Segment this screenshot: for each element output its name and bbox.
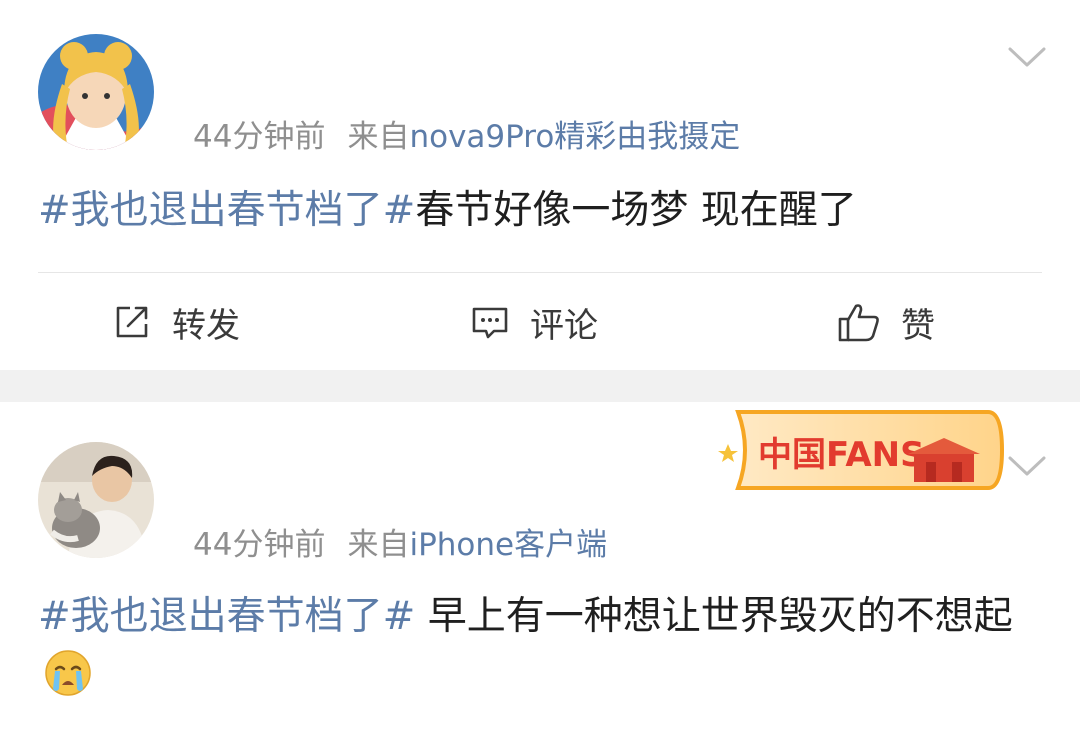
post-text: #我也退出春节档了#春节好像一场梦 现在醒了 bbox=[38, 180, 1050, 242]
repost-button[interactable]: 转发 bbox=[112, 300, 240, 346]
avatar[interactable] bbox=[38, 34, 154, 150]
hashtag-link[interactable]: #我也退出春节档了# bbox=[38, 594, 415, 639]
comment-button[interactable]: 评论 bbox=[470, 300, 598, 346]
post-text: #我也退出春节档了# 早上有一种想让世界毁灭的不想起 bbox=[38, 586, 1050, 710]
avatar[interactable] bbox=[38, 442, 154, 558]
post-card: 44分钟前 来自nova9Pro精彩由我摄定 #我也退出春节档了#春节好像一场梦 … bbox=[0, 0, 1080, 370]
china-fans-badge[interactable]: 中国FANS bbox=[718, 404, 1006, 496]
post-body: 春节好像一场梦 现在醒了 bbox=[415, 188, 857, 233]
badge-text: 中国FANS bbox=[758, 435, 925, 475]
divider bbox=[38, 272, 1042, 273]
post-meta: 44分钟前 来自iPhone客户端 bbox=[193, 519, 607, 564]
like-button[interactable]: 赞 bbox=[837, 300, 935, 346]
chevron-down-icon[interactable] bbox=[1007, 454, 1047, 480]
source-prefix: 来自 bbox=[347, 527, 410, 563]
source-link[interactable]: iPhone客户端 bbox=[409, 527, 607, 563]
comment-label: 评论 bbox=[530, 305, 598, 346]
comment-icon bbox=[472, 307, 508, 339]
feed-separator bbox=[0, 370, 1080, 402]
source-link[interactable]: nova9Pro精彩由我摄定 bbox=[409, 119, 740, 155]
crying-emoji-icon bbox=[45, 650, 91, 696]
like-label: 赞 bbox=[901, 305, 935, 346]
source-prefix: 来自 bbox=[347, 119, 410, 155]
post-card: 中国FANS 44分钟前 来自iPhone客户端 #我也退出春节档了# 早上有一种… bbox=[0, 402, 1080, 739]
post-time: 44分钟前 bbox=[193, 119, 326, 155]
post-body: 早上有一种想让世界毁灭的不想起 bbox=[415, 594, 1013, 639]
post-time: 44分钟前 bbox=[193, 527, 326, 563]
hashtag-link[interactable]: #我也退出春节档了# bbox=[38, 188, 415, 233]
post-meta: 44分钟前 来自nova9Pro精彩由我摄定 bbox=[193, 111, 740, 156]
thumbs-up-icon bbox=[838, 304, 879, 342]
chevron-down-icon[interactable] bbox=[1007, 45, 1047, 71]
share-icon bbox=[116, 306, 148, 338]
repost-label: 转发 bbox=[172, 305, 240, 346]
